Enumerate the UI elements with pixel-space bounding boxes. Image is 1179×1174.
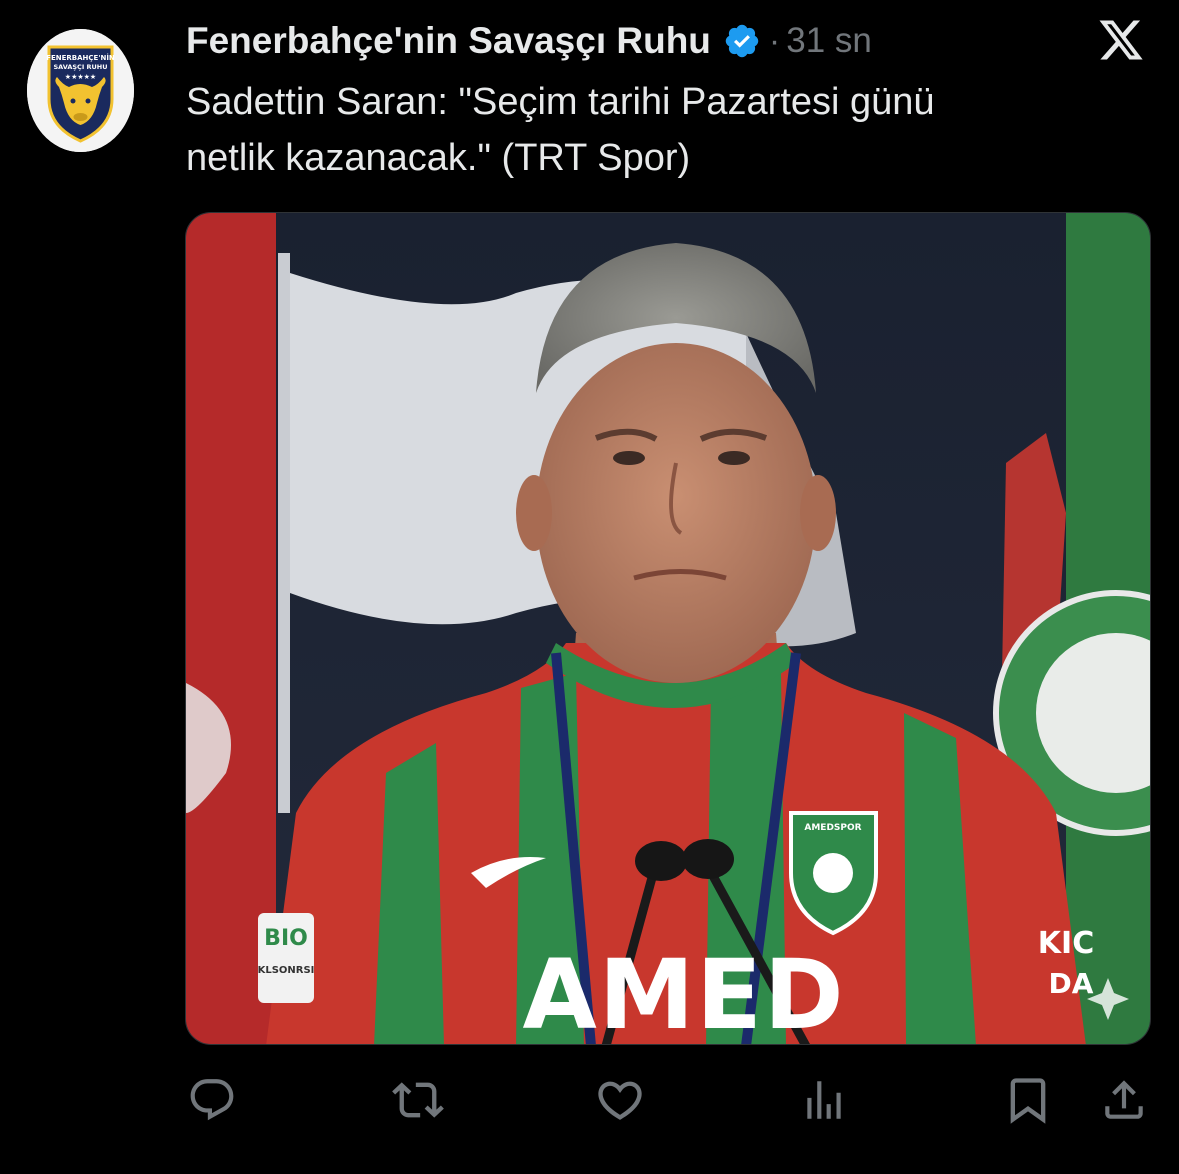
logo-stars: ★★★★★ [65,73,96,81]
club-logo: FENERBAHÇE'NİN SAVAŞÇI RUHU ★★★★★ [27,29,134,152]
x-logo-icon[interactable] [1097,16,1145,64]
sponsor-right-bottom: DA [1049,967,1094,1000]
timestamp[interactable]: 31 sn [786,21,872,61]
sponsor-right-top: KIC [1038,926,1094,961]
separator-dot: · [768,21,781,60]
badge-text: AMEDSPOR [804,823,861,833]
bookmark-icon [1010,1078,1046,1124]
verified-badge-icon [723,22,761,60]
avatar[interactable]: FENERBAHÇE'NİN SAVAŞÇI RUHU ★★★★★ [27,29,134,152]
post-header: Fenerbahçe'nin Savaşçı Ruhu · 31 sn [186,14,872,68]
logo-text-top: FENERBAHÇE'NİN [46,53,115,62]
tweet-card[interactable]: FENERBAHÇE'NİN SAVAŞÇI RUHU ★★★★★ Fenerb… [0,0,1179,1174]
sponsor-left-top: BIO [264,926,308,951]
reply-button[interactable] [184,1072,240,1128]
tweet-text-line-2: netlik kazanacak." (TRT Spor) [186,137,691,179]
share-icon [1105,1080,1143,1119]
photo-speaker: AMEDSPOR BIO KLSONRSI KIC DA AMED [186,213,1150,1045]
tweet-text: Sadettin Saran: "Seçim tarihi Pazartesi … [186,74,1116,186]
repost-icon [392,1082,444,1118]
reply-icon [190,1079,234,1121]
media-image[interactable]: AMEDSPOR BIO KLSONRSI KIC DA AMED [185,212,1151,1045]
display-name[interactable]: Fenerbahçe'nin Savaşçı Ruhu [186,20,711,62]
share-button[interactable] [1096,1072,1152,1128]
views-icon [807,1081,841,1119]
repost-button[interactable] [390,1072,446,1128]
tweet-text-line-1: Sadettin Saran: "Seçim tarihi Pazartesi … [186,81,935,123]
logo-text-bottom: SAVAŞÇI RUHU [53,63,107,71]
bookmark-button[interactable] [1000,1072,1056,1128]
action-bar [0,1072,1179,1132]
like-button[interactable] [592,1072,648,1128]
jersey-text: AMED [522,939,845,1045]
views-button[interactable] [796,1072,852,1128]
sponsor-left-bottom: KLSONRSI [258,965,315,976]
like-icon [598,1081,642,1120]
